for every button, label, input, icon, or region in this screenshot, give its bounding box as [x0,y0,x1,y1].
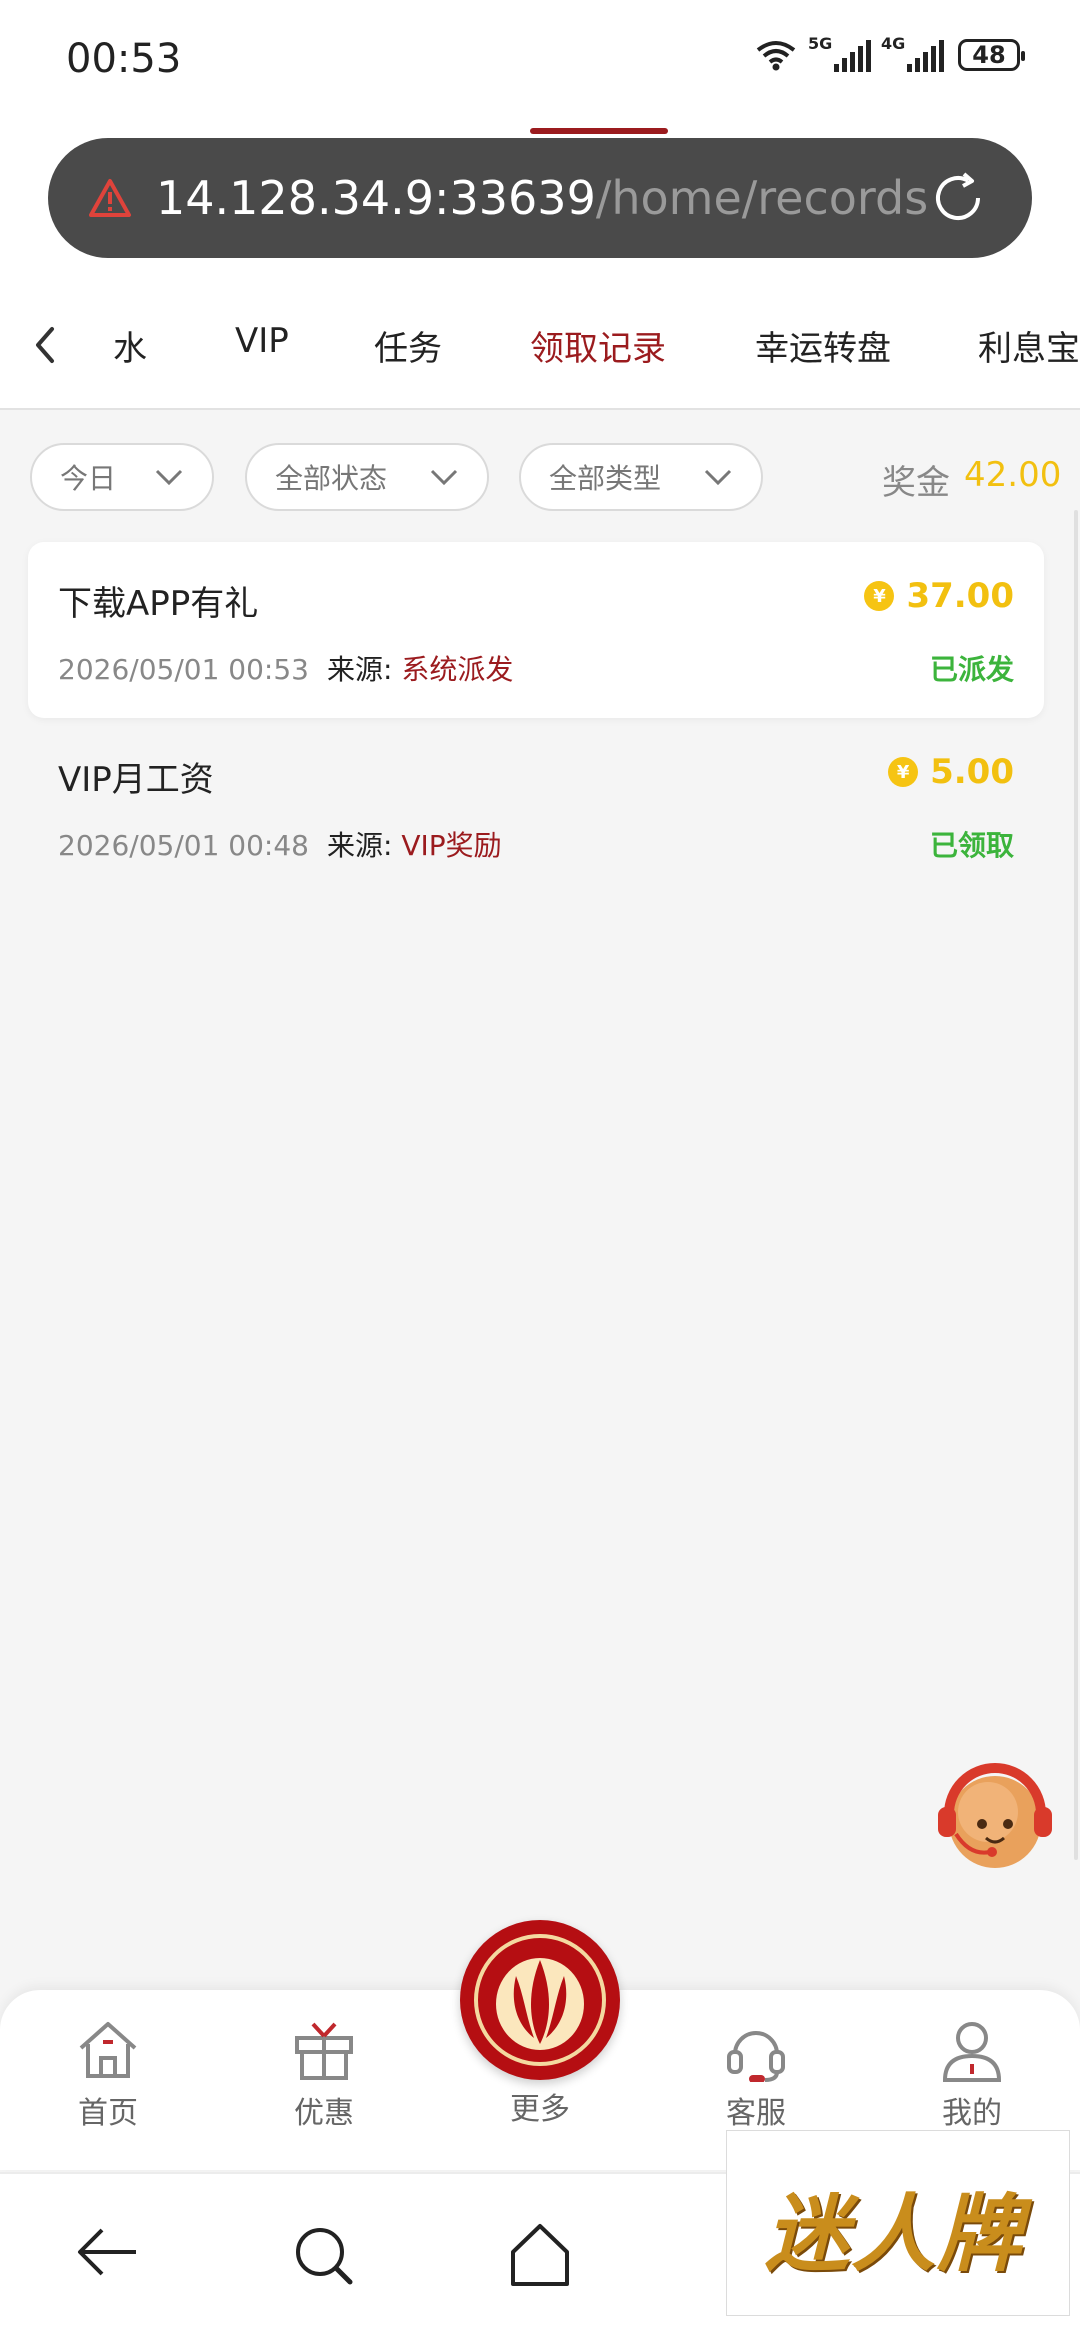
status-time: 00:53 [66,36,182,82]
watermark-logo: 迷人牌 [726,2130,1070,2316]
record-card[interactable]: VIP月工资 ¥ 5.00 2026/05/01 00:48 来源: VIP奖励 … [28,718,1044,894]
status-filter-label: 全部状态 [275,462,388,495]
url-path: /home/records [595,171,929,225]
search-icon[interactable] [290,2222,360,2292]
active-tab-indicator [530,128,668,134]
record-source-label: 来源: [326,653,393,686]
home-icon [79,2022,137,2078]
record-meta: 2026/05/01 00:53 来源: 系统派发 [58,648,513,688]
tab-records[interactable]: 领取记录 [530,321,666,370]
net-label-2: 4G [881,34,906,53]
battery-level: 48 [972,41,1006,69]
headset-icon [727,2031,785,2083]
record-status: 已派发 [929,653,1014,686]
nav-profile-label: 我的 [942,2096,1002,2131]
record-datetime: 2026/05/01 00:48 [58,829,309,862]
nav-support[interactable]: 客服 [686,2018,826,2132]
chevron-down-icon [704,469,732,486]
chevron-left-icon[interactable] [30,325,60,365]
tab-tasks[interactable]: 任务 [374,321,442,370]
wifi-icon [756,41,796,71]
customer-service-float-icon[interactable] [930,1752,1060,1882]
warning-icon[interactable] [88,178,132,218]
record-title: VIP月工资 [58,760,214,800]
tab-interest[interactable]: 利息宝 [978,321,1080,370]
record-amount: ¥ 37.00 [864,576,1014,616]
nav-promotions[interactable]: 优惠 [254,2018,394,2132]
battery-icon: 48 [958,39,1025,71]
nav-home[interactable]: 首页 [38,2018,178,2132]
nav-more-label: 更多 [510,2092,570,2127]
record-amount-value: 37.00 [906,576,1014,616]
coin-icon: ¥ [864,581,895,611]
record-source: 系统派发 [401,653,514,686]
coin-icon: ¥ [888,757,919,787]
back-arrow-icon[interactable] [72,2222,142,2282]
watermark-text: 迷人牌 [765,2185,1024,2283]
gift-icon [295,2022,353,2080]
type-filter[interactable]: 全部类型 [519,443,763,511]
record-source-label: 来源: [326,829,393,862]
date-filter[interactable]: 今日 [30,443,214,511]
scrollbar[interactable] [1074,510,1078,1860]
signal-5g-icon: 5G [808,34,871,72]
record-amount-value: 5.00 [930,752,1014,792]
record-status: 已领取 [929,829,1014,862]
tab-water[interactable]: 水 [113,321,147,370]
record-card[interactable]: 下载APP有礼 ¥ 37.00 2026/05/01 00:53 来源: 系统派发… [28,542,1044,718]
status-icons: 5G 4G 48 [754,34,1025,72]
url-host: 14.128.34.9:33639 [156,171,596,225]
signal-4g-icon: 4G [881,34,944,72]
date-filter-label: 今日 [60,462,117,495]
status-filter[interactable]: 全部状态 [245,443,489,511]
record-amount: ¥ 5.00 [888,752,1014,792]
record-title: 下载APP有礼 [58,584,259,624]
tab-bar: 水 VIP 任务 领取记录 幸运转盘 利息宝 [0,275,1080,410]
home-button-icon[interactable] [505,2220,575,2290]
bonus-value: 42.00 [964,455,1062,495]
reload-icon[interactable] [928,168,988,228]
user-icon [942,2022,1002,2082]
nav-promotions-label: 优惠 [294,2096,354,2131]
chevron-down-icon [155,469,183,486]
nav-support-label: 客服 [726,2096,786,2131]
record-source: VIP奖励 [401,829,502,862]
record-meta: 2026/05/01 00:48 来源: VIP奖励 [58,824,502,864]
tab-lucky-wheel[interactable]: 幸运转盘 [755,321,891,370]
net-label-1: 5G [808,34,833,53]
chevron-down-icon [430,469,458,486]
type-filter-label: 全部类型 [549,462,662,495]
tab-vip[interactable]: VIP [235,321,289,361]
url-text[interactable]: 14.128.34.9:33639/home/records [156,171,928,225]
record-datetime: 2026/05/01 00:53 [58,653,309,686]
bonus-label: 奖金 [882,463,950,503]
nav-home-label: 首页 [78,2096,138,2131]
nav-more[interactable]: 更多 [470,2018,610,2128]
nav-profile[interactable]: 我的 [902,2018,1042,2132]
